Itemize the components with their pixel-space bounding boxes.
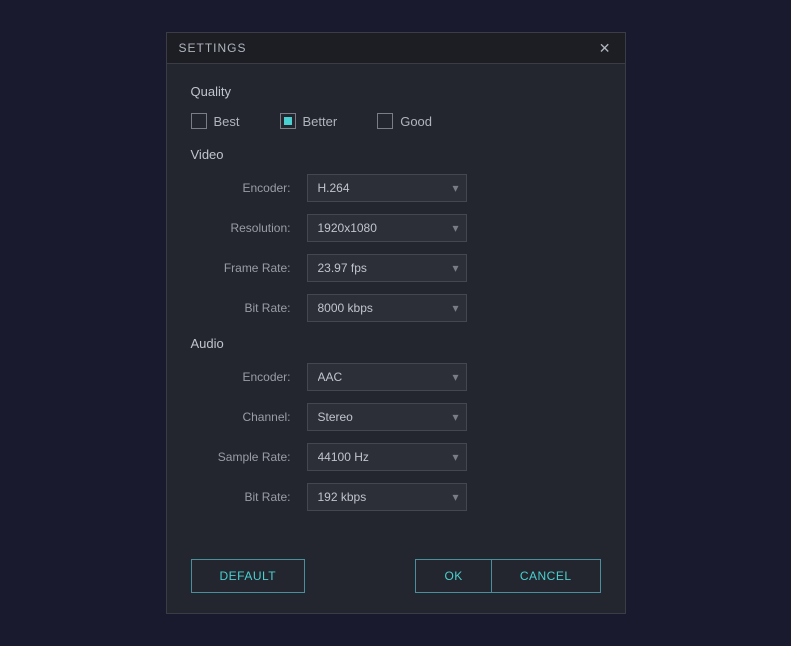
quality-best-label: Best [214,114,240,129]
video-encoder-row: Encoder: H.264 H.265 ProRes [191,174,601,202]
audio-bitrate-wrapper: 192 kbps 128 kbps 320 kbps [307,483,467,511]
audio-encoder-label: Encoder: [191,370,291,384]
audio-channel-wrapper: Stereo Mono 5.1 [307,403,467,431]
audio-encoder-row: Encoder: AAC MP3 PCM [191,363,601,391]
video-framerate-select[interactable]: 23.97 fps 24 fps 25 fps 29.97 fps 30 fps… [307,254,467,282]
quality-good-checkbox[interactable] [377,113,393,129]
quality-better-option[interactable]: Better [280,113,338,129]
close-button[interactable]: ✕ [597,41,613,55]
audio-section-title: Audio [191,336,601,351]
video-encoder-select[interactable]: H.264 H.265 ProRes [307,174,467,202]
audio-samplerate-label: Sample Rate: [191,450,291,464]
cancel-button[interactable]: CANCEL [492,559,601,593]
dialog-title: SETTINGS [179,41,247,55]
video-encoder-label: Encoder: [191,181,291,195]
quality-best-option[interactable]: Best [191,113,240,129]
video-bitrate-label: Bit Rate: [191,301,291,315]
video-framerate-row: Frame Rate: 23.97 fps 24 fps 25 fps 29.9… [191,254,601,282]
video-bitrate-select[interactable]: 8000 kbps 4000 kbps 16000 kbps [307,294,467,322]
video-framerate-label: Frame Rate: [191,261,291,275]
quality-good-label: Good [400,114,432,129]
audio-encoder-wrapper: AAC MP3 PCM [307,363,467,391]
video-resolution-row: Resolution: 1920x1080 1280x720 854x480 [191,214,601,242]
audio-channel-row: Channel: Stereo Mono 5.1 [191,403,601,431]
video-bitrate-wrapper: 8000 kbps 4000 kbps 16000 kbps [307,294,467,322]
video-resolution-label: Resolution: [191,221,291,235]
dialog-content: Quality Best Better Good Video Encoder: … [167,64,625,543]
quality-good-option[interactable]: Good [377,113,432,129]
title-bar: SETTINGS ✕ [167,33,625,64]
video-resolution-select[interactable]: 1920x1080 1280x720 854x480 [307,214,467,242]
quality-options: Best Better Good [191,113,601,129]
audio-encoder-select[interactable]: AAC MP3 PCM [307,363,467,391]
quality-better-checkbox[interactable] [280,113,296,129]
quality-best-checkbox[interactable] [191,113,207,129]
quality-section-title: Quality [191,84,601,99]
dialog-footer: DEFAULT OK CANCEL [167,543,625,613]
default-button[interactable]: DEFAULT [191,559,306,593]
ok-button[interactable]: OK [415,559,491,593]
audio-samplerate-select[interactable]: 44100 Hz 48000 Hz 22050 Hz [307,443,467,471]
audio-bitrate-row: Bit Rate: 192 kbps 128 kbps 320 kbps [191,483,601,511]
audio-channel-label: Channel: [191,410,291,424]
video-framerate-wrapper: 23.97 fps 24 fps 25 fps 29.97 fps 30 fps… [307,254,467,282]
audio-samplerate-wrapper: 44100 Hz 48000 Hz 22050 Hz [307,443,467,471]
video-bitrate-row: Bit Rate: 8000 kbps 4000 kbps 16000 kbps [191,294,601,322]
action-buttons: OK CANCEL [415,559,600,593]
audio-channel-select[interactable]: Stereo Mono 5.1 [307,403,467,431]
video-resolution-wrapper: 1920x1080 1280x720 854x480 [307,214,467,242]
audio-bitrate-select[interactable]: 192 kbps 128 kbps 320 kbps [307,483,467,511]
audio-samplerate-row: Sample Rate: 44100 Hz 48000 Hz 22050 Hz [191,443,601,471]
quality-better-label: Better [303,114,338,129]
audio-bitrate-label: Bit Rate: [191,490,291,504]
video-section-title: Video [191,147,601,162]
settings-dialog: SETTINGS ✕ Quality Best Better Good Vide… [166,32,626,614]
video-encoder-wrapper: H.264 H.265 ProRes [307,174,467,202]
